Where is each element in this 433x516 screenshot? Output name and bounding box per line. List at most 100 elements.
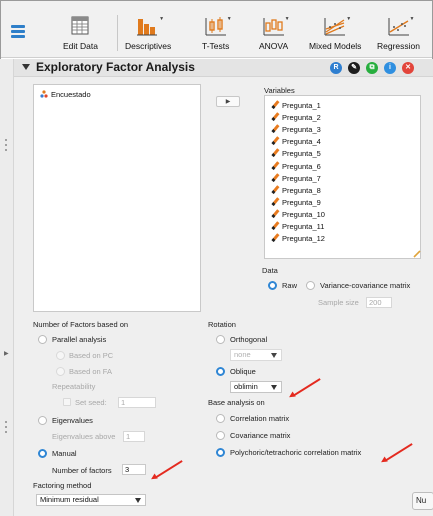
sample-size-input[interactable]: 200 [366,297,392,308]
factoring-method-select[interactable]: Minimum residual [36,494,146,506]
nominal-variable-icon [40,90,48,98]
collapse-triangle-icon[interactable] [22,64,30,70]
variable-name: Pregunta_3 [282,125,321,135]
scale-variable-icon [271,137,279,145]
variable-name: Pregunta_4 [282,137,321,147]
based-on-fa-radio[interactable] [56,367,65,376]
list-item[interactable]: Pregunta_10 [271,209,325,220]
expand-arrow-icon[interactable]: ▶ [4,350,9,357]
variance-covariance-radio[interactable] [306,281,315,290]
side-strip[interactable]: ▶ [0,59,14,516]
eigenvalues-above-label: Eigenvalues above [52,432,116,441]
factoring-method-value: Minimum residual [40,495,99,504]
drag-handle-icon[interactable] [5,139,8,154]
polychoric-radio[interactable] [216,448,225,457]
correlation-matrix-radio[interactable] [216,414,225,423]
based-on-pc-radio[interactable] [56,351,65,360]
spreadsheet-icon [67,15,93,37]
list-item[interactable]: Pregunta_1 [271,100,321,111]
variables-list[interactable]: Pregunta_1 Pregunta_2 Pregunta_3 Pregunta_4… [264,95,421,259]
analysis-header[interactable]: Exploratory Factor Analysis R ✎ ⧉ i ✕ [14,59,433,77]
anova-icon: ▼ [261,15,290,37]
based-on-pc-label: Based on PC [69,351,114,360]
covariance-matrix-label: Covariance matrix [230,431,291,440]
orthogonal-radio[interactable] [216,335,225,344]
t-tests-label: T-Tests [202,41,230,51]
info-icon[interactable]: i [384,62,396,74]
mixed-models-button[interactable]: ▼ Mixed Models [309,15,361,51]
manual-radio[interactable] [38,449,47,458]
move-right-button[interactable]: ▶ [216,96,240,107]
anova-button[interactable]: ▼ ANOVA [259,15,290,51]
scale-variable-icon [271,198,279,206]
variable-name: Pregunta_1 [282,101,321,110]
list-item[interactable]: Pregunta_12 [271,233,325,244]
set-seed-checkbox[interactable] [63,398,71,406]
anova-label: ANOVA [259,41,289,51]
oblique-label: Oblique [230,367,256,376]
variance-covariance-label: Variance-covariance matrix [320,281,411,290]
variable-name: Pregunta_2 [282,113,321,123]
scale-variable-icon [271,210,279,218]
list-item[interactable]: Pregunta_8 [271,185,321,196]
set-seed-label: Set seed: [75,398,107,407]
list-item[interactable]: Pregunta_3 [271,124,321,135]
regression-label: Regression [377,41,420,51]
covariance-matrix-radio[interactable] [216,431,225,440]
list-item[interactable]: Pregunta_11 [271,221,324,232]
drag-handle-icon[interactable] [5,421,8,436]
copy-icon[interactable]: ⧉ [366,62,378,74]
t-tests-button[interactable]: ▼ T-Tests [202,15,232,51]
scale-variable-icon [271,234,279,242]
orthogonal-label: Orthogonal [230,335,268,344]
number-of-factors-label: Number of factors [52,466,112,475]
correlation-matrix-label: Correlation matrix [230,414,290,423]
list-item[interactable]: Pregunta_4 [271,136,321,147]
base-analysis-heading: Base analysis on [208,398,265,407]
list-item[interactable]: Pregunta_6 [271,161,321,172]
scale-variable-icon [271,162,279,170]
list-item[interactable]: Encuestado [40,89,91,100]
mixed-models-icon: ▼ [322,15,351,37]
parallel-analysis-radio[interactable] [38,335,47,344]
eigenvalues-above-input[interactable]: 1 [123,431,145,442]
toolbar: Edit Data ▼ Descriptives ▼ T-Tests ▼ ANO… [1,1,432,58]
descriptives-label: Descriptives [125,41,172,51]
variable-name: Pregunta_6 [282,161,321,171]
seed-input[interactable]: 1 [118,397,156,408]
manual-label: Manual [52,449,77,458]
chevron-down-icon [135,498,141,503]
close-icon[interactable]: ✕ [402,62,414,74]
regression-button[interactable]: ▼ Regression [377,15,420,51]
list-item[interactable]: Pregunta_9 [271,197,321,208]
raw-label: Raw [282,281,298,290]
repeatability-label: Repeatability [52,382,96,391]
chevron-down-icon [271,353,277,358]
resize-handle-icon[interactable] [413,250,421,258]
menu-icon[interactable] [11,25,25,38]
descriptives-button[interactable]: ▼ Descriptives [125,15,171,51]
cut-off-button[interactable]: Nu [412,492,433,510]
raw-radio[interactable] [268,281,277,290]
list-item[interactable]: Pregunta_7 [271,173,321,184]
scale-variable-icon [271,186,279,194]
orthogonal-select[interactable]: none [230,349,282,361]
oblique-select[interactable]: oblimin [230,381,282,393]
variable-name: Pregunta_11 [282,222,325,231]
toolbar-separator [117,15,118,51]
number-of-factors-input[interactable]: 3 [122,464,146,475]
source-variable-list[interactable]: Encuestado [33,84,201,312]
polychoric-label: Polychoric/tetrachoric correlation matri… [230,448,362,457]
edit-data-label: Edit Data [63,41,98,51]
eigenvalues-radio[interactable] [38,416,47,425]
r-icon[interactable]: R [330,62,342,74]
bar-chart-icon: ▼ [135,15,164,37]
oblique-radio[interactable] [216,367,225,376]
sample-size-label: Sample size [318,298,359,307]
edit-icon[interactable]: ✎ [348,62,360,74]
edit-data-button[interactable]: Edit Data [63,15,98,51]
list-item[interactable]: Pregunta_5 [271,148,321,159]
list-item[interactable]: Pregunta_2 [271,112,321,123]
based-on-fa-label: Based on FA [69,367,112,376]
mixed-models-label: Mixed Models [309,41,362,51]
